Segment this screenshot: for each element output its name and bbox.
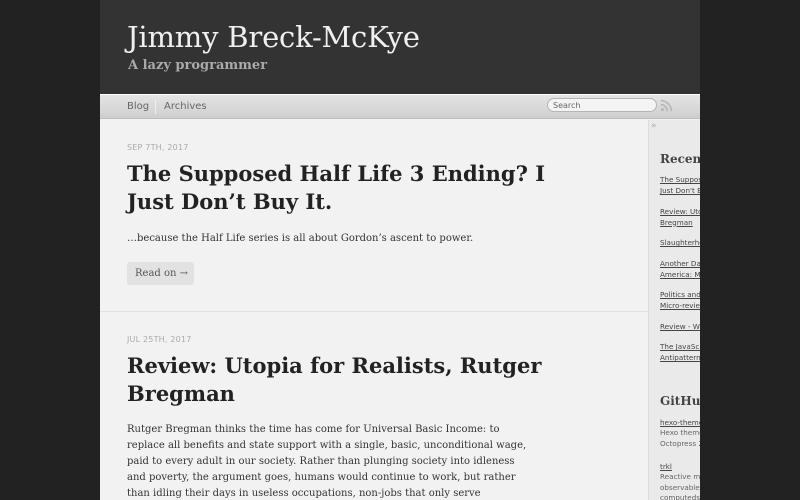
recent-post-link[interactable]: The JavaScript Single Var Style Is an An… [660, 341, 700, 363]
nav-link-archives[interactable]: Archives [164, 101, 207, 112]
recent-post-link[interactable]: Another Day in the Death of America: Mic… [660, 258, 700, 280]
repo-link[interactable]: trkl [660, 461, 700, 472]
recent-post-link[interactable]: Review - Wolfenstein: The New Order [660, 321, 700, 332]
repo-description: Reactive microlibrary with observables a… [660, 472, 700, 500]
sidebar-toggle-icon[interactable]: » [651, 121, 657, 131]
repo-item: hexo-theme-octo Hexo theme based on the … [660, 417, 700, 449]
sidebar: » Recent Posts The Supposed Half Life 3 … [648, 120, 700, 500]
repo-item: trkl Reactive microlibrary with observab… [660, 461, 700, 500]
post-date: SEP 7TH, 2017 [127, 143, 189, 152]
post-excerpt: …because the Half Life series is all abo… [127, 233, 474, 244]
nav-link-blog[interactable]: Blog [127, 101, 149, 112]
site-title[interactable]: Jimmy Breck-McKye [127, 20, 420, 54]
post-article: JUL 25TH, 2017 Review: Utopia for Realis… [100, 313, 648, 500]
recent-post-link[interactable]: Politics and the English Language: Micro… [660, 289, 700, 311]
post-title[interactable]: The Supposed Half Life 3 Ending? I Just … [127, 160, 547, 216]
main-content: SEP 7TH, 2017 The Supposed Half Life 3 E… [100, 120, 648, 500]
post-article: SEP 7TH, 2017 The Supposed Half Life 3 E… [100, 120, 648, 312]
github-repos-list: hexo-theme-octo Hexo theme based on the … [660, 417, 700, 500]
rss-icon[interactable] [660, 99, 673, 112]
recent-post-link[interactable]: The Supposed Half Life 3 Ending? I Just … [660, 174, 700, 196]
recent-posts-heading: Recent Posts [660, 152, 700, 166]
recent-post-link[interactable]: Review: Utopia for Realists, Rutger Breg… [660, 206, 700, 228]
site-header: Jimmy Breck-McKye A lazy programmer [100, 0, 700, 94]
search-input[interactable] [547, 98, 657, 112]
repo-link[interactable]: hexo-theme-octo [660, 417, 700, 428]
page: Jimmy Breck-McKye A lazy programmer Blog… [100, 0, 700, 500]
recent-post-link[interactable]: Slaughterhouse Five: Micro-review [660, 237, 700, 248]
repo-description: Hexo theme based on the classic Octopres… [660, 428, 700, 448]
main-nav: Blog Archives [100, 94, 700, 119]
site-subtitle: A lazy programmer [128, 58, 268, 73]
read-on-button[interactable]: Read on → [127, 262, 194, 285]
post-title[interactable]: Review: Utopia for Realists, Rutger Breg… [127, 352, 547, 408]
post-date: JUL 25TH, 2017 [127, 335, 192, 344]
nav-divider [155, 100, 156, 114]
github-repos-heading: GitHub Repos [660, 394, 700, 408]
recent-posts-list: The Supposed Half Life 3 Ending? I Just … [660, 174, 700, 373]
post-excerpt: Rutger Bregman thinks the time has come … [127, 424, 527, 499]
